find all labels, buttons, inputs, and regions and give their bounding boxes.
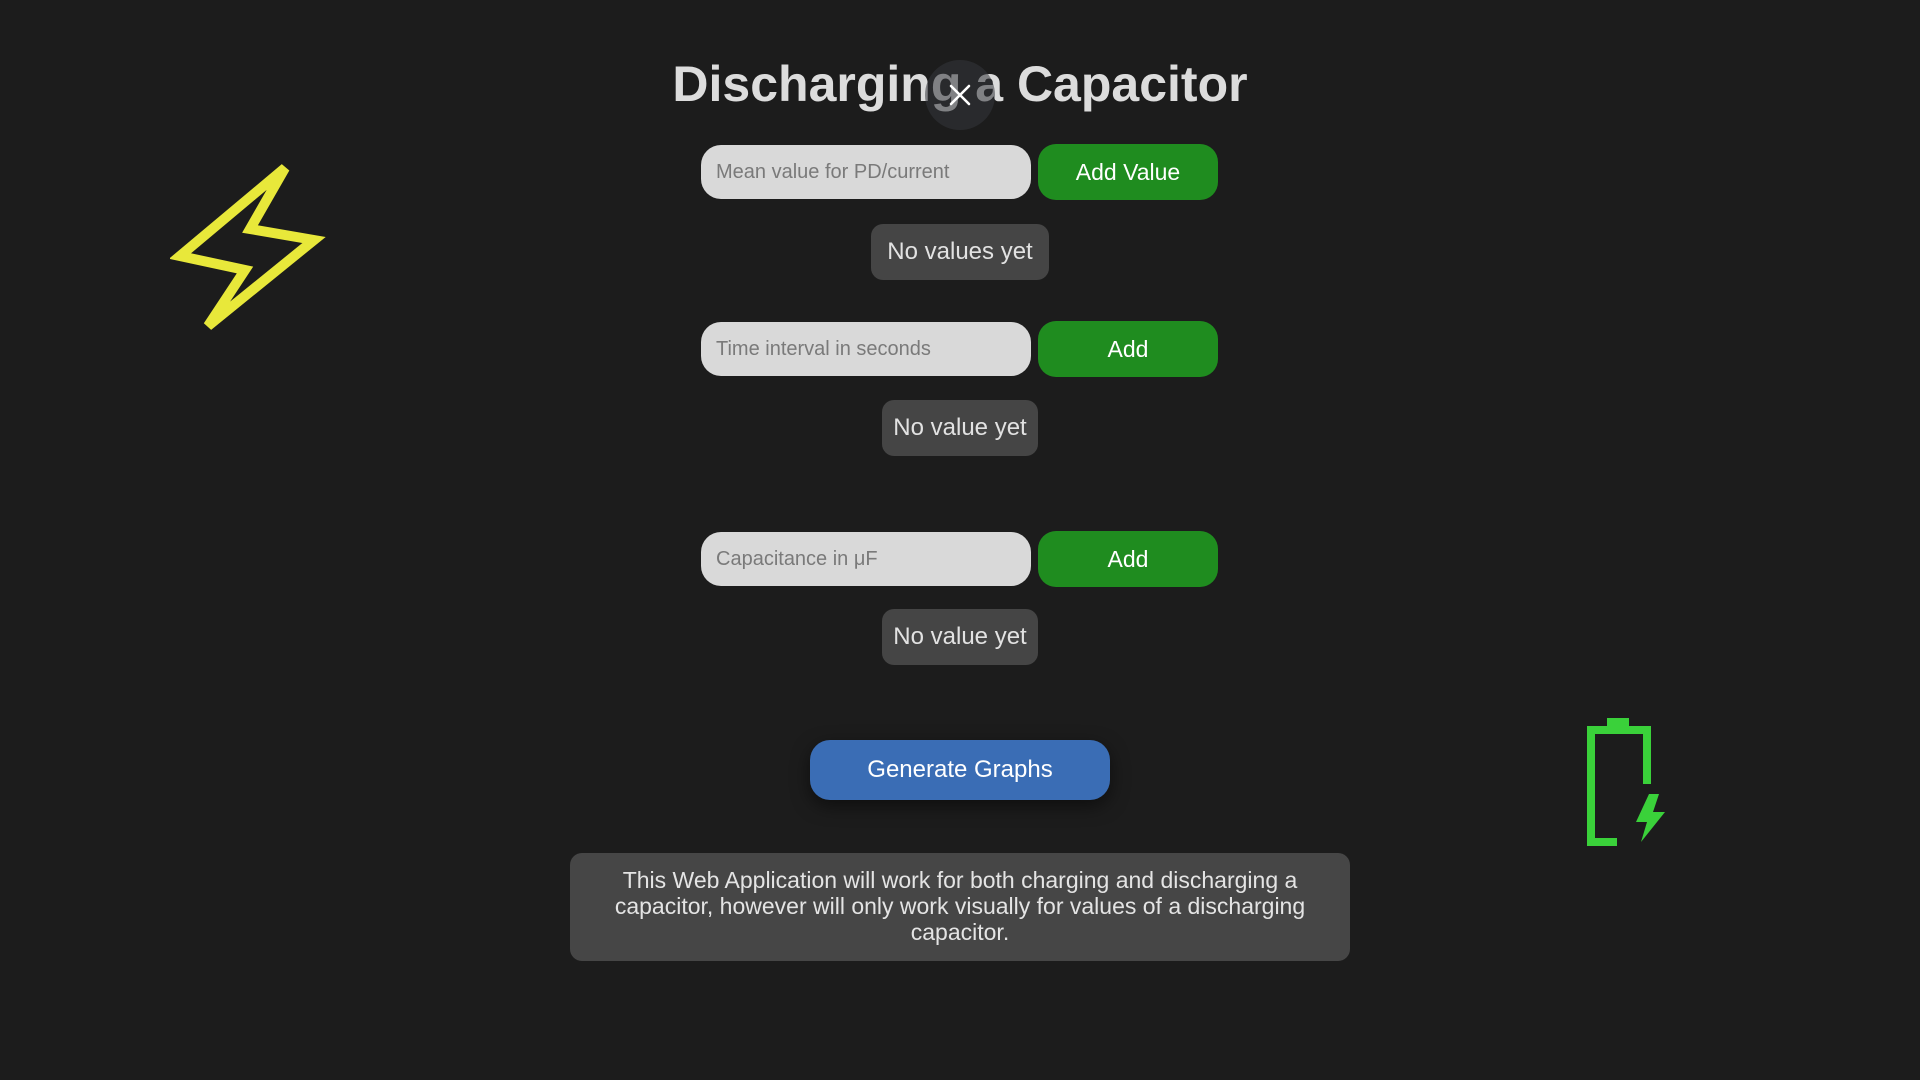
add-capacitance-button[interactable]: Add: [1038, 531, 1218, 587]
pd-current-input[interactable]: [701, 145, 1031, 199]
close-icon: [949, 84, 971, 106]
pd-current-values-display: No values yet: [871, 224, 1049, 280]
lightning-bolt-icon: [170, 164, 326, 330]
battery-charging-icon: [1587, 718, 1665, 846]
info-panel: This Web Application will work for both …: [570, 853, 1350, 961]
capacitance-row: Add: [701, 531, 1218, 587]
time-interval-input[interactable]: [701, 322, 1031, 376]
pd-current-row: Add Value: [701, 144, 1218, 200]
add-time-button[interactable]: Add: [1038, 321, 1218, 377]
capacitance-input[interactable]: [701, 532, 1031, 586]
close-button[interactable]: [925, 60, 995, 130]
time-interval-value-display: No value yet: [882, 400, 1038, 456]
page: Discharging a Capacitor Add Value No val…: [0, 0, 1920, 1080]
generate-graphs-button[interactable]: Generate Graphs: [810, 740, 1110, 800]
capacitance-value-display: No value yet: [882, 609, 1038, 665]
add-value-button[interactable]: Add Value: [1038, 144, 1218, 200]
time-interval-row: Add: [701, 321, 1218, 377]
